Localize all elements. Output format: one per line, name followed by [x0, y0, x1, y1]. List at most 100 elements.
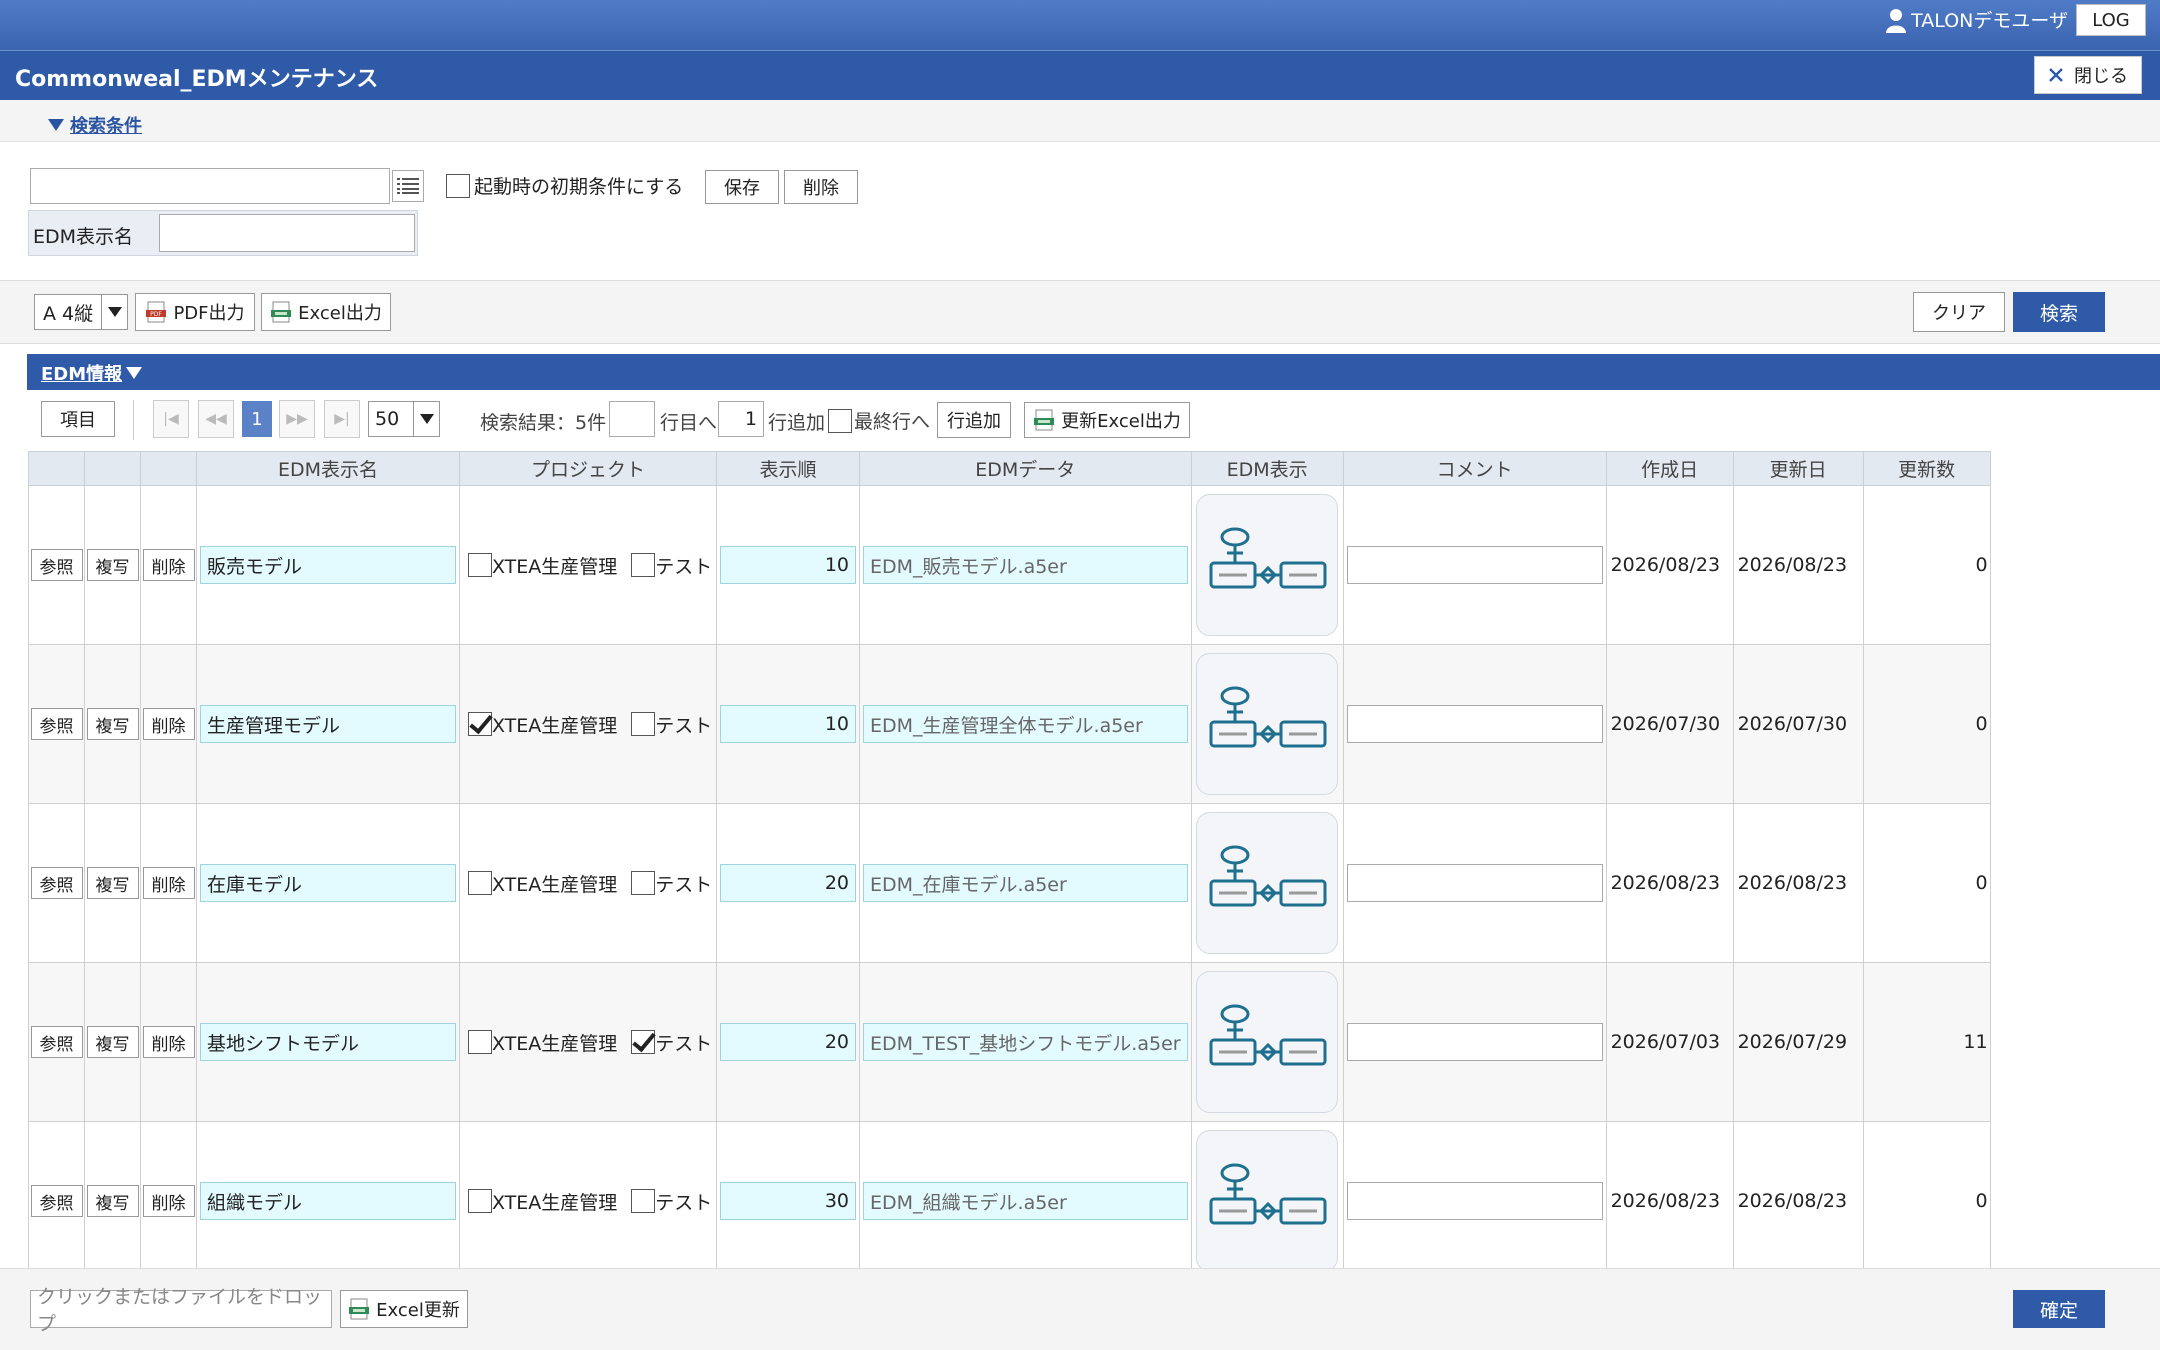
ref-button[interactable]: 参照: [30, 1185, 83, 1217]
close-button[interactable]: 閉じる: [2034, 56, 2142, 94]
first-page-button[interactable]: |◀: [153, 400, 189, 438]
ref-button[interactable]: 参照: [30, 708, 83, 740]
add-count-input[interactable]: 1: [718, 401, 764, 437]
comment-cell: [1342, 803, 1607, 963]
pdf-export-button[interactable]: PDF PDF出力: [135, 293, 255, 331]
edm-view-button[interactable]: [1196, 494, 1339, 636]
comment-input[interactable]: [1346, 705, 1603, 743]
edm-view-button[interactable]: [1196, 1130, 1339, 1272]
project1-checkbox[interactable]: [468, 1189, 492, 1213]
edm-name-input[interactable]: 基地シフトモデル: [200, 1023, 456, 1061]
next-page-button[interactable]: ▶▶: [279, 400, 315, 438]
header-created[interactable]: 作成日: [1605, 451, 1734, 486]
edm-view-button[interactable]: [1196, 653, 1339, 795]
edm-info-toggle[interactable]: EDM情報: [41, 360, 143, 386]
add-row-button[interactable]: 行追加: [937, 402, 1011, 438]
header-edm-data[interactable]: EDMデータ: [859, 451, 1192, 486]
order-input[interactable]: 10: [720, 546, 856, 584]
goto-row-input[interactable]: [609, 401, 655, 437]
file-drop-zone[interactable]: クリックまたはファイルをドロップ: [30, 1286, 332, 1335]
edm-name-input[interactable]: 在庫モデル: [200, 864, 456, 902]
header-ref: [28, 451, 85, 486]
excel-export-button[interactable]: Excel出力: [261, 293, 391, 331]
initial-condition-option[interactable]: 起動時の初期条件にする: [446, 172, 683, 199]
last-row-checkbox[interactable]: [828, 408, 852, 433]
user-menu[interactable]: TALONデモユーザ: [1885, 6, 2068, 33]
condition-list-button[interactable]: [392, 170, 424, 202]
last-row-option[interactable]: 最終行へ: [828, 407, 930, 434]
header-update-count[interactable]: 更新数: [1862, 451, 1991, 486]
edm-data-file[interactable]: EDM_組織モデル.a5er: [863, 1182, 1188, 1220]
header-edm-view[interactable]: EDM表示: [1190, 451, 1344, 486]
copy-button[interactable]: 複写: [86, 1185, 139, 1217]
project2-checkbox[interactable]: [631, 1189, 656, 1213]
edm-name-cell: 組織モデル: [196, 1121, 460, 1281]
copy-button[interactable]: 複写: [86, 867, 139, 899]
clear-button[interactable]: クリア: [1913, 292, 2005, 332]
delete-row-button[interactable]: 削除: [142, 549, 195, 581]
edm-name-input[interactable]: 組織モデル: [200, 1182, 456, 1220]
edm-view-button[interactable]: [1196, 971, 1339, 1113]
update-excel-export-button[interactable]: 更新Excel出力: [1024, 402, 1190, 438]
items-button[interactable]: 項目: [41, 401, 115, 437]
comment-input[interactable]: [1346, 864, 1603, 902]
per-page-select[interactable]: 50: [368, 401, 440, 437]
ref-button[interactable]: 参照: [30, 1026, 83, 1058]
header-project[interactable]: プロジェクト: [459, 451, 717, 486]
edm-data-file[interactable]: EDM_生産管理全体モデル.a5er: [863, 705, 1188, 743]
order-input[interactable]: 30: [720, 1182, 856, 1220]
order-input[interactable]: 20: [720, 864, 856, 902]
current-page[interactable]: 1: [242, 401, 272, 437]
initial-condition-checkbox[interactable]: [446, 173, 470, 198]
initial-condition-label: 起動時の初期条件にする: [474, 176, 684, 198]
header-order[interactable]: 表示順: [716, 451, 860, 486]
order-input[interactable]: 20: [720, 1023, 856, 1061]
saved-condition-input[interactable]: [30, 168, 390, 204]
last-page-button[interactable]: ▶|: [324, 400, 360, 438]
prev-page-button[interactable]: ◀◀: [198, 400, 234, 438]
edm-name-filter-input[interactable]: [159, 214, 415, 252]
copy-button[interactable]: 複写: [86, 708, 139, 740]
ref-button[interactable]: 参照: [30, 549, 83, 581]
header-edm-name[interactable]: EDM表示名: [196, 451, 460, 486]
excel-update-button[interactable]: Excel更新: [340, 1290, 468, 1328]
search-button[interactable]: 検索: [2013, 292, 2105, 332]
project1-checkbox[interactable]: [468, 871, 492, 895]
ref-button[interactable]: 参照: [30, 867, 83, 899]
project1-checkbox[interactable]: [468, 1030, 492, 1054]
comment-input[interactable]: [1346, 1182, 1603, 1220]
ref-cell: 参照: [28, 485, 85, 645]
comment-input[interactable]: [1346, 546, 1603, 584]
edm-data-file[interactable]: EDM_在庫モデル.a5er: [863, 864, 1188, 902]
edm-data-file[interactable]: EDM_TEST_基地シフトモデル.a5er: [863, 1023, 1188, 1061]
save-condition-button[interactable]: 保存: [705, 170, 779, 204]
comment-input[interactable]: [1346, 1023, 1603, 1061]
header-comment[interactable]: コメント: [1342, 451, 1607, 486]
delete-condition-button[interactable]: 削除: [784, 170, 858, 204]
delete-row-button[interactable]: 削除: [142, 1026, 195, 1058]
project2-checkbox[interactable]: [631, 712, 656, 736]
search-conditions-toggle[interactable]: 検索条件: [48, 112, 142, 138]
order-input[interactable]: 10: [720, 705, 856, 743]
edm-name-input[interactable]: 販売モデル: [200, 546, 456, 584]
project1-checkbox[interactable]: [468, 712, 492, 736]
ref-cell: 参照: [28, 962, 85, 1122]
log-button[interactable]: LOG: [2076, 4, 2146, 36]
project2-checkbox[interactable]: [631, 1030, 656, 1054]
edm-view-button[interactable]: [1196, 812, 1339, 954]
copy-button[interactable]: 複写: [86, 549, 139, 581]
confirm-button[interactable]: 確定: [2013, 1290, 2105, 1328]
project2-checkbox[interactable]: [631, 553, 656, 577]
copy-button[interactable]: 複写: [86, 1026, 139, 1058]
edm-data-cell: EDM_生産管理全体モデル.a5er: [859, 644, 1192, 804]
project2-label: テスト: [655, 1032, 713, 1055]
edm-data-file[interactable]: EDM_販売モデル.a5er: [863, 546, 1188, 584]
delete-row-button[interactable]: 削除: [142, 867, 195, 899]
delete-row-button[interactable]: 削除: [142, 708, 195, 740]
project1-checkbox[interactable]: [468, 553, 492, 577]
delete-row-button[interactable]: 削除: [142, 1185, 195, 1217]
paper-size-select[interactable]: A 4縦: [34, 294, 128, 330]
header-updated[interactable]: 更新日: [1732, 451, 1864, 486]
project2-checkbox[interactable]: [631, 871, 656, 895]
edm-name-input[interactable]: 生産管理モデル: [200, 705, 456, 743]
